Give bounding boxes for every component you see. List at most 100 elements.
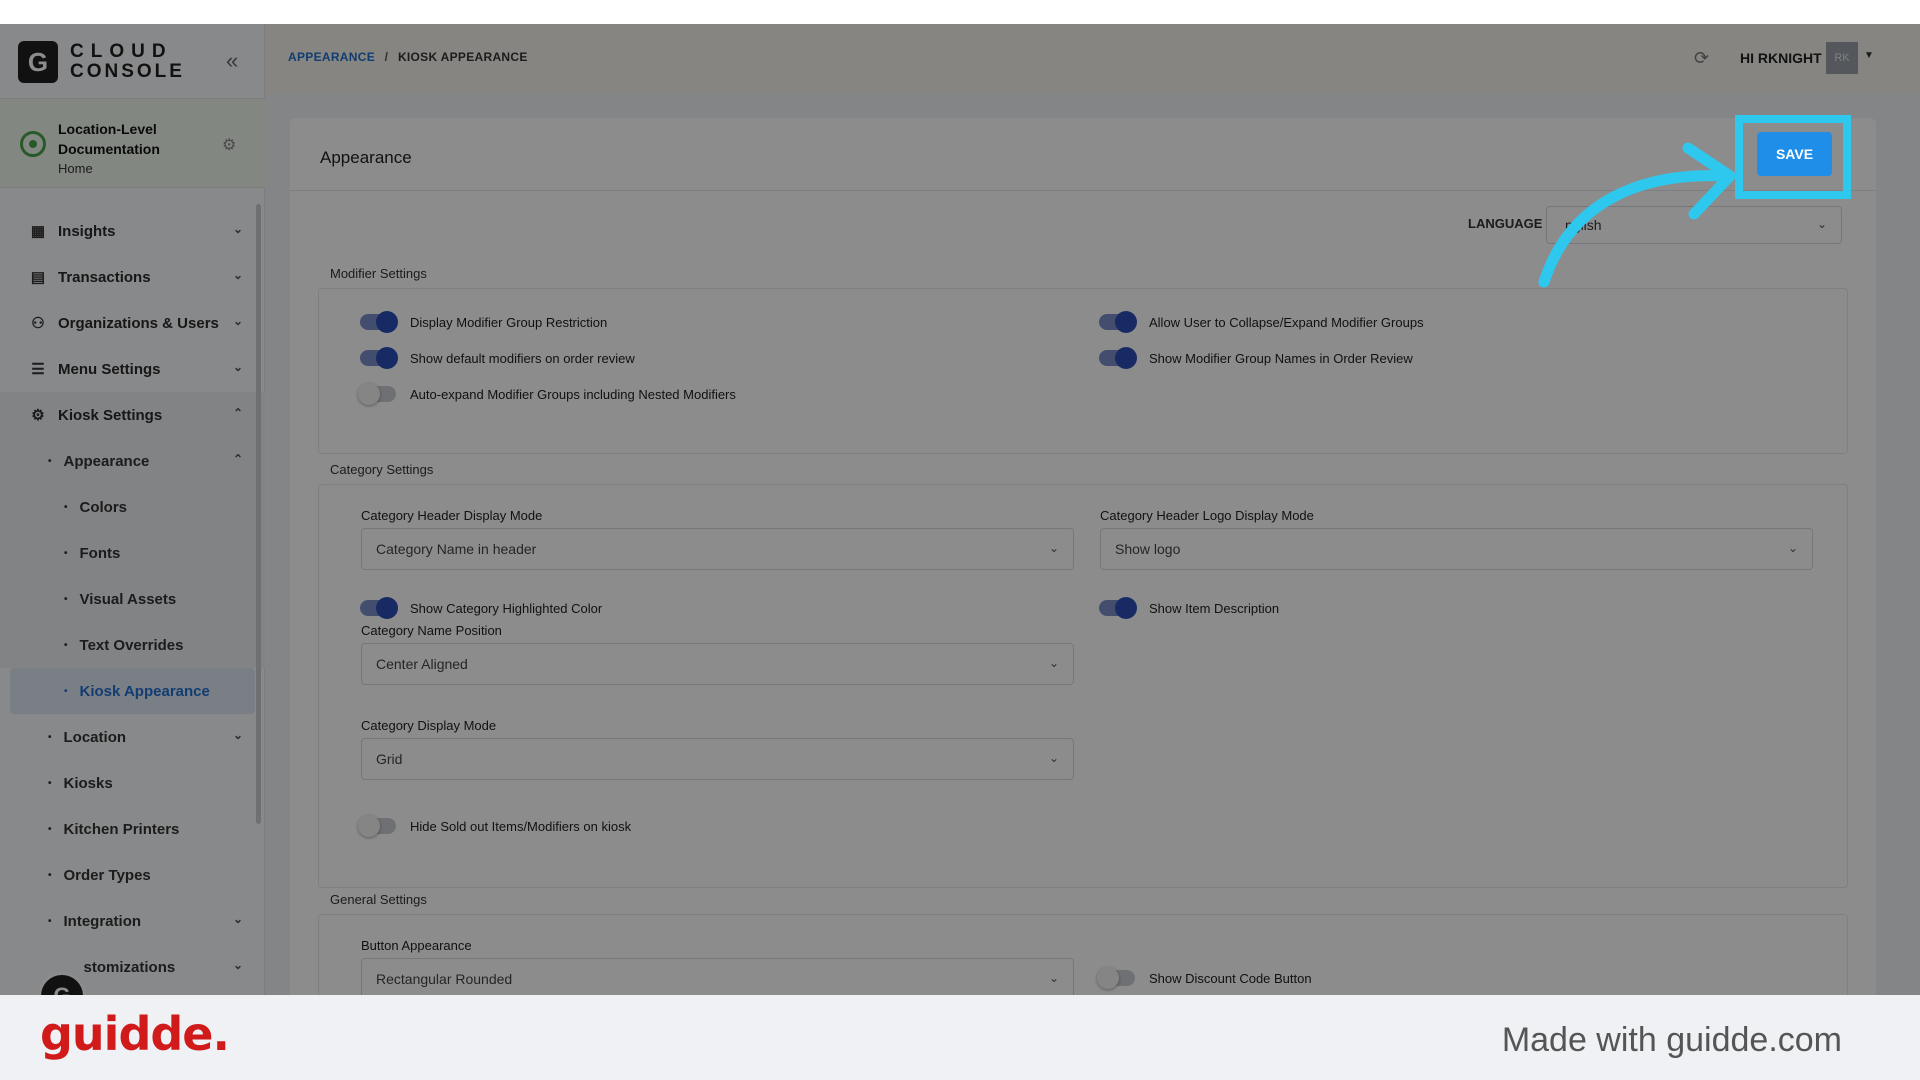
toggle-label: Show default modifiers on order review (410, 350, 635, 366)
item-description-row[interactable]: Show Item Description (1099, 597, 1279, 619)
sidebar-item-label: Appearance (63, 452, 150, 470)
hide-sold-out-row[interactable]: Hide Sold out Items/Modifiers on kiosk (358, 815, 632, 837)
user-greeting[interactable]: HI RKNIGHT (1740, 50, 1822, 66)
sidebar-item-kiosk-settings[interactable]: ⚙ Kiosk Settings ⌃ (0, 392, 265, 438)
auto-expand-row[interactable]: Auto-expand Modifier Groups including Ne… (358, 383, 736, 405)
sidebar-item-order-types[interactable]: • Order Types (0, 852, 265, 898)
highlight-color-toggle[interactable] (360, 597, 398, 619)
sidebar-item-kiosk-appearance[interactable]: • Kiosk Appearance (10, 668, 255, 714)
button-appearance-select[interactable]: Rectangular Rounded ⌄ (361, 958, 1074, 995)
brand-logo: G (18, 41, 58, 83)
chevron-down-icon: ⌄ (1048, 751, 1059, 765)
org-icon: ⚇ (31, 315, 45, 332)
auto-expand-toggle[interactable] (358, 383, 396, 405)
breadcrumb-separator: / (384, 50, 389, 64)
location-selector[interactable]: Location-Level Documentation Home ⚙ (0, 98, 265, 188)
discount-code-row[interactable]: Show Discount Code Button (1097, 967, 1312, 989)
item-description-toggle[interactable] (1099, 597, 1137, 619)
chevron-down-icon: ⌄ (232, 268, 243, 282)
gear-icon[interactable]: ⚙ (222, 135, 236, 155)
app-window: G CLOUD CONSOLE « Location-Level Documen… (0, 24, 1920, 995)
select-value: Show logo (1115, 541, 1181, 557)
name-position-label: Category Name Position (361, 623, 502, 638)
allow-collapse-row[interactable]: Allow User to Collapse/Expand Modifier G… (1099, 311, 1424, 333)
toggle-label: Show Discount Code Button (1149, 970, 1312, 986)
brand[interactable]: G CLOUD CONSOLE (18, 40, 185, 84)
select-value: Category Name in header (376, 541, 537, 557)
sidebar-item-kiosks[interactable]: • Kiosks (0, 760, 265, 806)
location-sub: Home (58, 161, 93, 176)
avatar[interactable]: RK (1826, 42, 1858, 74)
toggle-label: Allow User to Collapse/Expand Modifier G… (1149, 314, 1424, 330)
bullet-icon: • (48, 869, 52, 881)
display-restriction-row[interactable]: Display Modifier Group Restriction (360, 311, 607, 333)
header-mode-select[interactable]: Category Name in header ⌄ (361, 528, 1074, 570)
bullet-icon: • (64, 639, 68, 651)
category-settings-label: Category Settings (330, 462, 434, 477)
location-name: Location-Level Documentation (58, 121, 160, 157)
chevron-down-icon: ⌄ (232, 912, 243, 926)
bullet-icon: • (64, 501, 68, 513)
logo-mode-select[interactable]: Show logo ⌄ (1100, 528, 1813, 570)
bullet-icon: • (48, 777, 52, 789)
sidebar-item-text-overrides[interactable]: • Text Overrides (0, 622, 265, 668)
display-mode-select[interactable]: Grid ⌄ (361, 738, 1074, 780)
gear-icon: ⚙ (31, 407, 45, 424)
highlight-color-row[interactable]: Show Category Highlighted Color (360, 597, 602, 619)
show-group-names-toggle[interactable] (1099, 347, 1137, 369)
sidebar-item-kitchen-printers[interactable]: • Kitchen Printers (0, 806, 265, 852)
chevron-down-icon: ⌄ (232, 314, 243, 328)
select-value: Rectangular Rounded (376, 971, 513, 987)
display-restriction-toggle[interactable] (360, 311, 398, 333)
bullet-icon: • (48, 915, 52, 927)
sidebar-item-label: Fonts (79, 544, 121, 562)
show-default-toggle[interactable] (360, 347, 398, 369)
sidebar-item-label: Kiosks (63, 774, 113, 792)
hide-sold-out-toggle[interactable] (358, 815, 396, 837)
sidebar-item-menu-settings[interactable]: ☰ Menu Settings ⌄ (0, 346, 265, 392)
show-default-row[interactable]: Show default modifiers on order review (360, 347, 635, 369)
bullet-icon: • (64, 547, 68, 559)
guidde-logo: guidde. (40, 1007, 230, 1061)
sidebar-item-fonts[interactable]: • Fonts (0, 530, 265, 576)
caret-down-icon[interactable]: ▼ (1864, 50, 1874, 61)
sidebar-item-appearance[interactable]: • Appearance ⌃ (0, 438, 265, 484)
sidebar-item-location[interactable]: • Location ⌄ (0, 714, 265, 760)
sidebar-item-customizations[interactable]: • stomizations ⌄ (0, 944, 265, 990)
chevron-up-icon: ⌃ (232, 406, 243, 420)
sidebar-item-label: Colors (79, 498, 128, 516)
sidebar-item-colors[interactable]: • Colors (0, 484, 265, 530)
button-appearance-label: Button Appearance (361, 938, 472, 953)
footer-bar: guidde. Made with guidde.com (0, 995, 1920, 1080)
sidebar-item-organizations[interactable]: ⚇ Organizations & Users ⌄ (0, 300, 265, 346)
sidebar-item-label: Organizations & Users (58, 314, 219, 332)
sync-icon[interactable]: ⟳ (1694, 48, 1709, 69)
pointer-arrow-icon (1538, 142, 1736, 288)
sidebar-nav: ▦ Insights ⌄ ▤ Transactions ⌄ ⚇ Organiza… (0, 208, 265, 990)
breadcrumb: APPEARANCE / KIOSK APPEARANCE (288, 50, 528, 64)
toggle-label: Hide Sold out Items/Modifiers on kiosk (410, 818, 632, 834)
sidebar-item-transactions[interactable]: ▤ Transactions ⌄ (0, 254, 265, 300)
sidebar-item-integration[interactable]: • Integration ⌄ (0, 898, 265, 944)
sidebar-item-insights[interactable]: ▦ Insights ⌄ (0, 208, 265, 254)
top-header: APPEARANCE / KIOSK APPEARANCE ⟳ HI RKNIG… (266, 24, 1920, 94)
show-group-names-row[interactable]: Show Modifier Group Names in Order Revie… (1099, 347, 1413, 369)
save-button[interactable]: SAVE (1757, 132, 1832, 176)
sidebar-item-label: Text Overrides (79, 636, 184, 654)
name-position-select[interactable]: Center Aligned ⌄ (361, 643, 1074, 685)
logo-mode-label: Category Header Logo Display Mode (1100, 508, 1314, 523)
sidebar-item-visual-assets[interactable]: • Visual Assets (0, 576, 265, 622)
bullet-icon: • (48, 731, 52, 743)
sidebar-item-label: Kiosk Settings (58, 406, 163, 424)
bullet-icon: • (64, 685, 68, 697)
breadcrumb-link-appearance[interactable]: APPEARANCE (288, 50, 375, 64)
sidebar-scrollbar[interactable] (256, 204, 261, 824)
page-title: Appearance (320, 148, 412, 167)
sidebar-item-label: Menu Settings (58, 360, 161, 378)
discount-code-toggle[interactable] (1097, 967, 1135, 989)
menu-icon: ☰ (31, 361, 45, 378)
sidebar-item-label: Integration (63, 912, 142, 930)
allow-collapse-toggle[interactable] (1099, 311, 1137, 333)
collapse-sidebar-icon[interactable]: « (226, 48, 238, 74)
sidebar-item-label: Kitchen Printers (63, 820, 180, 838)
